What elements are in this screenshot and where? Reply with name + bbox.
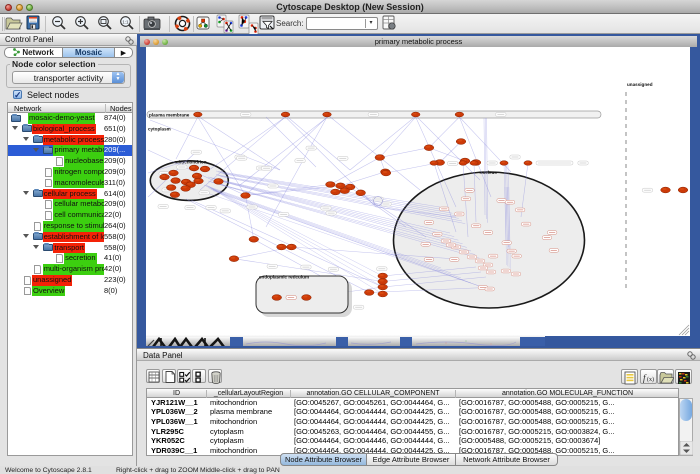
svg-text:unassigned: unassigned — [627, 82, 653, 87]
svg-text:mitochondrion: mitochondrion — [175, 160, 207, 165]
svg-text:endoplasmic reticulum: endoplasmic reticulum — [259, 275, 309, 280]
svg-text:plasma membrane: plasma membrane — [149, 113, 190, 118]
svg-text:cytoplasm: cytoplasm — [148, 127, 171, 132]
svg-text:1:1: 1:1 — [122, 20, 129, 25]
svg-text:(x): (x) — [647, 376, 654, 383]
